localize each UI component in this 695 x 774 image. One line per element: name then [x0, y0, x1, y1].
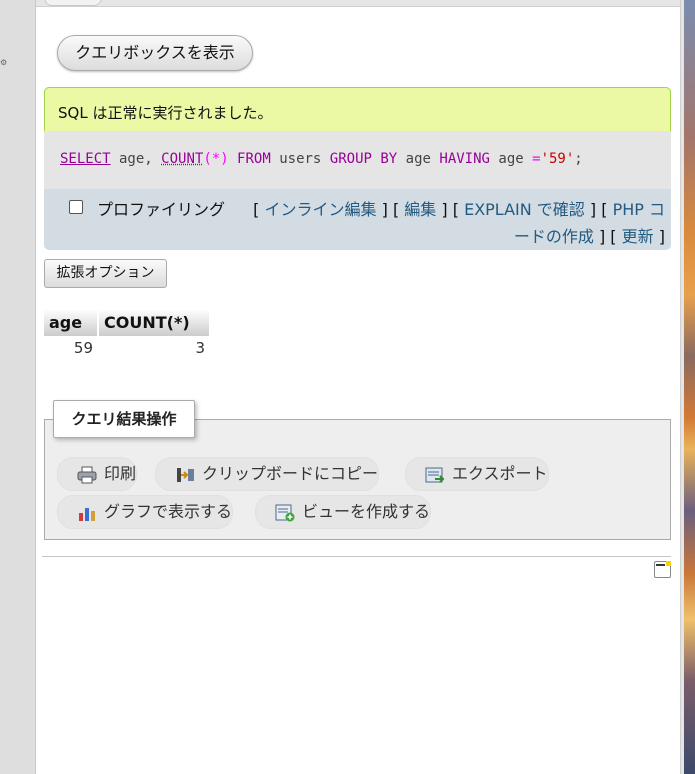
query-tools-box: プロファイリング [ インライン編集 ] [ 編集 ] [ EXPLAIN で確… [44, 189, 671, 250]
console-icon[interactable] [654, 561, 671, 578]
create-view-icon [275, 504, 295, 522]
table-cell[interactable]: 3 [98, 336, 210, 360]
export-button[interactable]: エクスポート [405, 457, 549, 491]
sql-text: age, [110, 151, 162, 167]
operations-legend: クエリ結果操作 [53, 400, 195, 438]
copy-to-clipboard-button[interactable]: クリップボードにコピー [155, 457, 380, 491]
sql-semicolon: ; [574, 151, 583, 167]
inline-edit-link[interactable]: インライン編集 [265, 200, 377, 219]
export-icon [425, 467, 445, 483]
sql-star: * [211, 151, 221, 167]
print-icon [77, 466, 97, 484]
profiling-label[interactable]: プロファイリング [97, 196, 225, 220]
column-header-age[interactable]: age [44, 309, 99, 336]
sql-keyword-group-by: GROUP BY [329, 151, 398, 167]
sql-keyword-select[interactable]: SELECT [60, 151, 111, 167]
chart-icon [79, 508, 95, 521]
result-table: age COUNT(*) 59 3 [44, 309, 211, 360]
sql-function-count[interactable]: COUNT [161, 151, 203, 167]
divider [42, 556, 671, 557]
refresh-link[interactable]: 更新 [622, 227, 654, 246]
clipboard-icon [177, 468, 194, 482]
sql-string: '59' [540, 151, 575, 167]
column-header-count[interactable]: COUNT(*) [98, 309, 211, 336]
table-cell[interactable]: 59 [44, 336, 98, 360]
sql-text: users [270, 151, 330, 167]
create-view-button[interactable]: ビューを作成する [255, 495, 432, 529]
sql-keyword-from: FROM [228, 151, 271, 167]
edit-link[interactable]: 編集 [404, 200, 436, 219]
php-code-link-continued[interactable]: ードの作成 [514, 227, 594, 246]
sql-text: age [489, 151, 533, 167]
sql-query-box: SELECT age, COUNT(*) FROM users GROUP BY… [44, 131, 671, 189]
success-message: SQL は正常に実行されました。 [58, 104, 273, 122]
collapse-icon[interactable]: ⚙ [0, 58, 7, 67]
table-header-row: age COUNT(*) [44, 309, 211, 336]
sql-operator: = [532, 151, 541, 167]
display-chart-button[interactable]: グラフで表示する [57, 495, 234, 529]
sql-keyword-having: HAVING [439, 151, 490, 167]
php-code-link[interactable]: PHP コ [613, 200, 665, 219]
top-strip [36, 0, 680, 7]
query-links-line1: [ インライン編集 ] [ 編集 ] [ EXPLAIN で確認 ] [ PHP… [253, 200, 665, 219]
desktop-wallpaper [684, 0, 695, 774]
success-message-box: SQL は正常に実行されました。 [44, 87, 671, 131]
query-links-line2: ードの作成 ] [ 更新 ] [513, 227, 665, 246]
sql-query: SELECT age, COUNT(*) FROM users GROUP BY… [60, 151, 583, 167]
print-button[interactable]: 印刷 [57, 457, 138, 491]
explain-link[interactable]: EXPLAIN で確認 [464, 200, 585, 219]
sql-paren: ( [203, 151, 212, 167]
extended-options-button[interactable]: 拡張オプション [44, 259, 167, 288]
table-row: 59 3 [44, 336, 210, 360]
left-gutter: ⚙ [0, 0, 36, 774]
show-query-box-button[interactable]: クエリボックスを表示 [57, 35, 253, 71]
sql-text: age [397, 151, 440, 167]
profiling-checkbox[interactable] [69, 200, 83, 214]
sql-paren: ) [220, 151, 229, 167]
top-tab[interactable] [44, 0, 102, 6]
